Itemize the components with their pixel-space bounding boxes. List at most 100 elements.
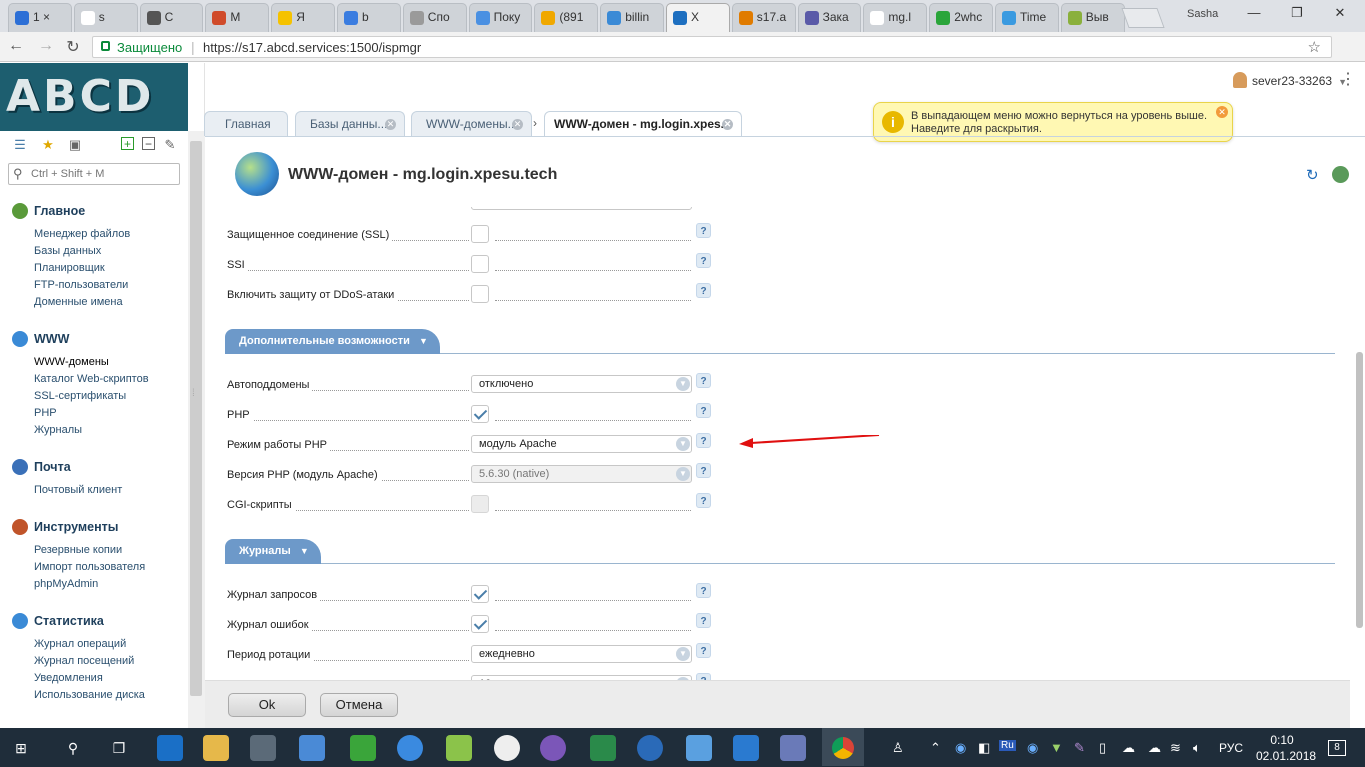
php-mode-select[interactable]: модуль Apache ▼ <box>471 435 692 453</box>
sidebar-group-title[interactable]: Статистика <box>12 612 145 630</box>
notifications-icon[interactable]: 8 <box>1328 740 1346 756</box>
content-scrollbar[interactable] <box>1353 207 1365 729</box>
battery-icon[interactable]: ▯ <box>1099 740 1106 756</box>
browser-tab[interactable]: Time <box>995 3 1059 32</box>
reload-icon[interactable]: ↻ <box>63 37 83 57</box>
edge-icon[interactable] <box>157 735 183 761</box>
sidebar-item[interactable]: Резервные копии <box>12 542 145 559</box>
tab-home[interactable]: Главная <box>204 111 288 136</box>
sidebar-item[interactable]: Журналы <box>12 422 149 439</box>
ssi-checkbox[interactable] <box>471 255 489 273</box>
forward-icon[interactable]: → <box>36 37 56 55</box>
browser-tab[interactable]: s17.a <box>731 3 796 32</box>
tray-app-icon[interactable]: Ru <box>999 740 1016 751</box>
back-icon[interactable]: ← <box>6 37 26 55</box>
sidebar-group-title[interactable]: WWW <box>12 330 149 348</box>
browser-tab[interactable]: mg.l <box>863 3 928 32</box>
tray-app-icon[interactable]: ◉ <box>1027 740 1038 756</box>
sidebar-scrollbar[interactable] <box>188 131 205 728</box>
help-icon[interactable]: ? <box>696 253 711 268</box>
help-icon[interactable]: ? <box>696 433 711 448</box>
language-indicator[interactable]: РУС <box>1219 741 1243 755</box>
app2-icon[interactable] <box>637 735 663 761</box>
splitter-handle[interactable]: ⁞ <box>192 388 195 399</box>
briefcase-icon[interactable]: ▣ <box>67 137 83 153</box>
sidebar-group-title[interactable]: Инструменты <box>12 518 145 536</box>
store-icon[interactable] <box>299 735 325 761</box>
tray-app-icon[interactable]: ▼ <box>1050 740 1063 755</box>
sidebar-item[interactable]: Почтовый клиент <box>12 482 122 499</box>
expand-all-icon[interactable]: + <box>121 137 134 151</box>
volume-icon[interactable]: 🔈︎ <box>1193 740 1201 756</box>
sidebar-item[interactable]: Уведомления <box>12 670 145 687</box>
icq-icon[interactable] <box>350 735 376 761</box>
help-icon[interactable]: ? <box>696 583 711 598</box>
app-icon[interactable] <box>494 735 520 761</box>
people-icon[interactable]: ♙ <box>892 740 904 756</box>
browser-profile-name[interactable]: Sasha <box>1187 8 1218 20</box>
help-icon[interactable]: ? <box>696 493 711 508</box>
tab-close-icon[interactable]: ✕ <box>385 119 396 130</box>
section-toggle[interactable]: Дополнительные возможности ▼ <box>225 329 440 354</box>
browser-tab[interactable]: (891 <box>534 3 599 32</box>
help-icon[interactable]: ? <box>696 643 711 658</box>
browser-tab[interactable]: Х <box>666 3 730 32</box>
browser-tab[interactable]: Выв <box>1060 3 1125 32</box>
help-icon[interactable]: ? <box>696 373 711 388</box>
clock[interactable]: 0:10 02.01.2018 <box>1256 732 1316 764</box>
close-window-icon[interactable]: ✕ <box>1328 5 1352 21</box>
file-explorer-icon[interactable] <box>203 735 229 761</box>
tab-www-domain-current[interactable]: WWW-домен - mg.login.xpes... ✕ <box>544 111 742 136</box>
error-log-checkbox[interactable] <box>471 615 489 633</box>
collapse-all-icon[interactable]: − <box>142 137 155 151</box>
menu-search[interactable]: ⚲ <box>8 163 180 185</box>
sidebar-item[interactable]: Каталог Web-скриптов <box>12 371 149 388</box>
sidebar-group-title[interactable]: Почта <box>12 458 122 476</box>
browser-tab[interactable]: s <box>73 3 138 32</box>
browser-tab[interactable]: M <box>205 3 270 32</box>
ok-button[interactable]: Ok <box>228 693 306 717</box>
windows-start-icon[interactable]: ⊞ <box>8 735 34 761</box>
sidebar-item[interactable]: PHP <box>12 405 149 422</box>
sidebar-item[interactable]: Базы данных <box>12 243 130 260</box>
sidebar-item[interactable]: Использование диска <box>12 687 145 704</box>
menu-search-input[interactable] <box>31 166 176 182</box>
autosubdomains-select[interactable]: отключено ▼ <box>471 375 692 393</box>
sidebar-item[interactable]: FTP-пользователи <box>12 277 130 294</box>
browser-tab[interactable]: 1 × <box>8 3 72 32</box>
section-toggle[interactable]: Журналы ▼ <box>225 539 321 564</box>
sidebar-item[interactable]: Импорт пользователя <box>12 559 145 576</box>
notepad-icon[interactable] <box>446 735 472 761</box>
sidebar-item[interactable]: phpMyAdmin <box>12 576 145 593</box>
user-menu[interactable]: sever23-33263 ▼ <box>1233 72 1347 88</box>
minimize-icon[interactable]: — <box>1242 5 1266 20</box>
php-version-select[interactable]: 5.6.30 (native) ▼ <box>471 465 692 483</box>
bookmark-star-icon[interactable]: ☆ <box>1308 38 1321 56</box>
browser-tab[interactable]: billin <box>600 3 664 32</box>
cloud-icon[interactable]: ☁ <box>1122 740 1135 756</box>
wifi-icon[interactable]: ≋ <box>1170 740 1181 756</box>
browser-tab[interactable]: 2whc <box>929 3 993 32</box>
favorites-star-icon[interactable]: ★ <box>40 137 56 153</box>
select-partial[interactable] <box>471 207 692 210</box>
viber-icon[interactable] <box>540 735 566 761</box>
request-log-checkbox[interactable] <box>471 585 489 603</box>
cgi-checkbox[interactable] <box>471 495 489 513</box>
solitaire-icon[interactable] <box>590 735 616 761</box>
browser-tab[interactable]: b <box>337 3 401 32</box>
floppy-icon[interactable] <box>780 735 806 761</box>
sidebar-item[interactable]: WWW-домены <box>12 354 149 371</box>
hint-close-icon[interactable]: ✕ <box>1216 106 1228 118</box>
tab-databases[interactable]: Базы данны... ✕ <box>295 111 405 136</box>
pin-icon[interactable]: ✎ <box>162 137 178 153</box>
browser-tab[interactable]: Я <box>271 3 335 32</box>
refresh-icon[interactable]: ↻ <box>1306 166 1319 184</box>
address-bar[interactable]: Защищено | https://s17.abcd.services:150… <box>92 36 1332 58</box>
help-icon[interactable]: ? <box>696 463 711 478</box>
sidebar-item[interactable]: Менеджер файлов <box>12 226 130 243</box>
browser-tab[interactable]: Зака <box>797 3 862 32</box>
vivaldi-icon[interactable] <box>397 735 423 761</box>
search-icon[interactable]: ⚲ <box>60 735 86 761</box>
help-icon[interactable]: ? <box>696 223 711 238</box>
sidebar-item[interactable]: Журнал операций <box>12 636 145 653</box>
